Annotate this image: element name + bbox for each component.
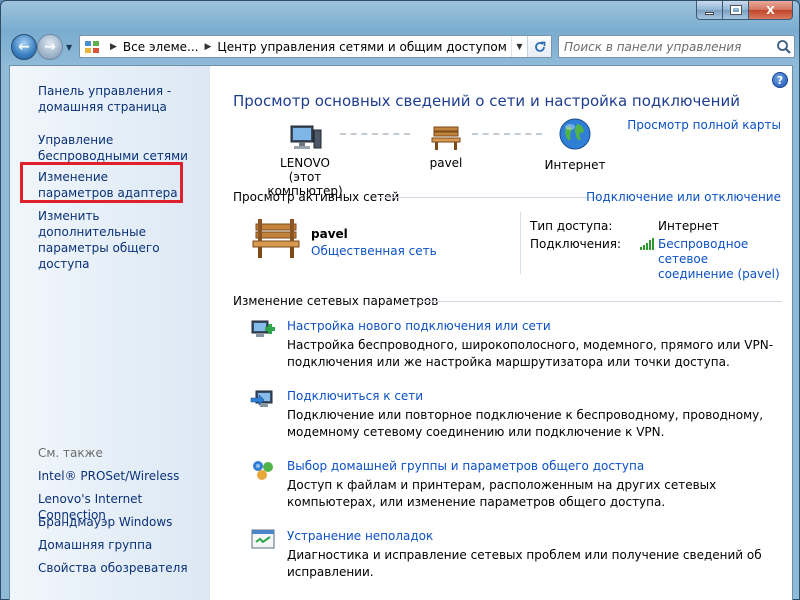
main-pane: ? Просмотр основных сведений о сети и на…	[210, 66, 792, 600]
computer-name: LENOVO	[280, 156, 330, 170]
task-connect-network-desc: Подключение или повторное подключение к …	[287, 408, 764, 439]
signal-strength-icon	[640, 238, 654, 250]
annotation-highlight-box	[20, 162, 183, 203]
task-troubleshoot-desc: Диагностика и исправление сетевых пробле…	[287, 548, 762, 579]
bench-icon	[252, 219, 300, 258]
page-title: Просмотр основных сведений о сети и наст…	[233, 92, 740, 110]
address-history-dropdown[interactable]: ▼	[511, 36, 527, 57]
map-connector	[340, 133, 410, 135]
see-also-homegroup[interactable]: Домашняя группа	[38, 537, 208, 553]
recent-pages-dropdown[interactable]: ▼	[66, 43, 72, 52]
wireless-connection-line1: Беспроводное сетевое	[658, 237, 749, 266]
map-connector	[472, 133, 542, 135]
access-type-value: Интернет	[658, 219, 720, 233]
control-panel-icon	[84, 39, 100, 55]
breadcrumb-all-elements[interactable]: Все элеме...	[123, 40, 199, 54]
breadcrumb-separator-icon: ▶	[110, 41, 117, 52]
minimize-icon	[705, 11, 714, 15]
see-also-internet-options[interactable]: Свойства обозревателя	[38, 560, 208, 576]
wireless-connection-line2: соединение (pavel)	[658, 267, 780, 281]
task-troubleshoot-link[interactable]: Устранение неполадок	[287, 529, 433, 543]
active-network-name: pavel	[311, 227, 348, 241]
task-connect-network-link[interactable]: Подключиться к сети	[287, 389, 423, 403]
navigation-bar: ← → ▼ ▶ Все элеме... ▶ Центр управления …	[9, 34, 795, 60]
connect-to-network-icon	[250, 390, 273, 407]
forward-button[interactable]: →	[37, 34, 63, 60]
close-icon: X	[766, 3, 775, 17]
breadcrumb-network-center[interactable]: Центр управления сетями и общим доступом	[217, 40, 506, 54]
section-divider	[418, 301, 782, 302]
view-full-map-link[interactable]: Просмотр полной карты	[627, 118, 781, 132]
map-computer[interactable]: LENOVO (этот компьютер)	[250, 118, 360, 198]
network-name: pavel	[429, 156, 463, 170]
active-networks-title: Просмотр активных сетей	[233, 190, 400, 204]
arrow-left-icon: ←	[18, 39, 30, 55]
change-settings-title: Изменение сетевых параметров	[233, 294, 439, 308]
bench-icon	[431, 126, 461, 150]
close-button[interactable]: X	[749, 1, 793, 20]
homegroup-icon	[253, 461, 273, 480]
network-type-link[interactable]: Общественная сеть	[311, 244, 437, 258]
globe-icon	[559, 118, 591, 150]
search-icon[interactable]	[774, 37, 794, 57]
computer-icon	[290, 125, 322, 149]
see-also-firewall[interactable]: Брандмауэр Windows	[38, 514, 208, 530]
troubleshoot-icon	[251, 529, 275, 549]
arrow-right-icon: →	[44, 39, 56, 55]
refresh-button[interactable]	[527, 36, 551, 57]
map-network[interactable]: pavel	[410, 118, 482, 170]
maximize-icon	[729, 5, 742, 15]
wireless-connection-link[interactable]: Беспроводное сетевое соединение (pavel)	[658, 237, 792, 282]
section-divider	[380, 197, 602, 198]
see-also-intel-proset[interactable]: Intel® PROSet/Wireless	[38, 468, 208, 484]
task-homegroup-desc: Доступ к файлам и принтерам, расположенн…	[287, 478, 717, 509]
client-area: Панель управления - домашняя страница Уп…	[9, 65, 793, 600]
search-box[interactable]	[558, 35, 795, 58]
maximize-button[interactable]	[723, 1, 749, 20]
address-bar[interactable]: ▶ Все элеме... ▶ Центр управления сетями…	[79, 35, 552, 58]
task-homegroup-link[interactable]: Выбор домашней группы и параметров общег…	[287, 459, 644, 473]
internet-label: Интернет	[544, 158, 606, 172]
caption-buttons: X	[696, 1, 793, 20]
task-setup-connection-desc: Настройка беспроводного, широкополосного…	[287, 338, 774, 369]
access-type-label: Тип доступа:	[530, 219, 613, 233]
window-frame: X ← → ▼ ▶ Все элеме... ▶ Центр управлени…	[0, 0, 800, 600]
sidebar-link-manage-wireless[interactable]: Управление беспроводными сетями	[38, 132, 208, 164]
search-input[interactable]	[559, 36, 774, 57]
back-button[interactable]: ←	[11, 34, 37, 60]
connect-disconnect-link[interactable]: Подключение или отключение	[586, 190, 781, 204]
minimize-button[interactable]	[696, 1, 723, 20]
connections-label: Подключения:	[530, 237, 622, 251]
sidebar-link-control-panel-home[interactable]: Панель управления - домашняя страница	[38, 83, 208, 115]
breadcrumb-separator-icon: ▶	[204, 41, 212, 52]
map-internet[interactable]: Интернет	[535, 116, 615, 172]
see-also-title: См. также	[38, 446, 103, 460]
task-sidebar: Панель управления - домашняя страница Уп…	[10, 66, 210, 600]
new-connection-icon	[251, 320, 275, 337]
refresh-icon	[534, 41, 545, 52]
sidebar-link-advanced-sharing[interactable]: Изменить дополнительные параметры общего…	[38, 208, 208, 272]
vertical-divider	[520, 212, 521, 274]
help-icon[interactable]: ?	[772, 72, 788, 88]
task-setup-connection-link[interactable]: Настройка нового подключения или сети	[287, 319, 551, 333]
